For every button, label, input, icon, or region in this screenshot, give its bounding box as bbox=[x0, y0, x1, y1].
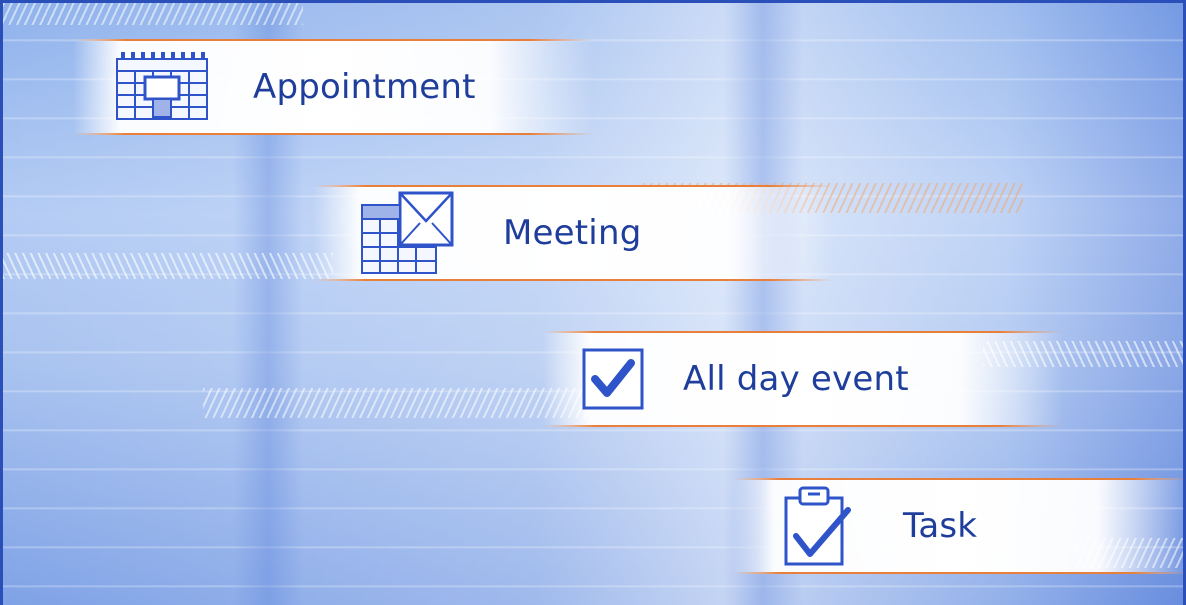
meeting-option[interactable]: Meeting bbox=[313, 185, 833, 281]
hatch-decoration bbox=[203, 388, 593, 418]
checkbox-icon bbox=[543, 347, 683, 411]
all-day-event-option[interactable]: All day event bbox=[543, 331, 1063, 427]
appointment-option[interactable]: Appointment bbox=[73, 39, 593, 135]
task-label: Task bbox=[903, 506, 978, 546]
calendar-icon bbox=[73, 51, 253, 123]
appointment-label: Appointment bbox=[253, 67, 476, 107]
meeting-label: Meeting bbox=[503, 213, 642, 253]
splash-panel: Appointment Meeting All day event Task bbox=[0, 0, 1186, 605]
clipboard-check-icon bbox=[733, 484, 903, 568]
calendar-envelope-icon bbox=[313, 191, 503, 275]
hatch-decoration bbox=[3, 253, 333, 279]
task-option[interactable]: Task bbox=[733, 478, 1183, 574]
all-day-event-label: All day event bbox=[683, 359, 909, 399]
hatch-decoration bbox=[3, 3, 303, 25]
